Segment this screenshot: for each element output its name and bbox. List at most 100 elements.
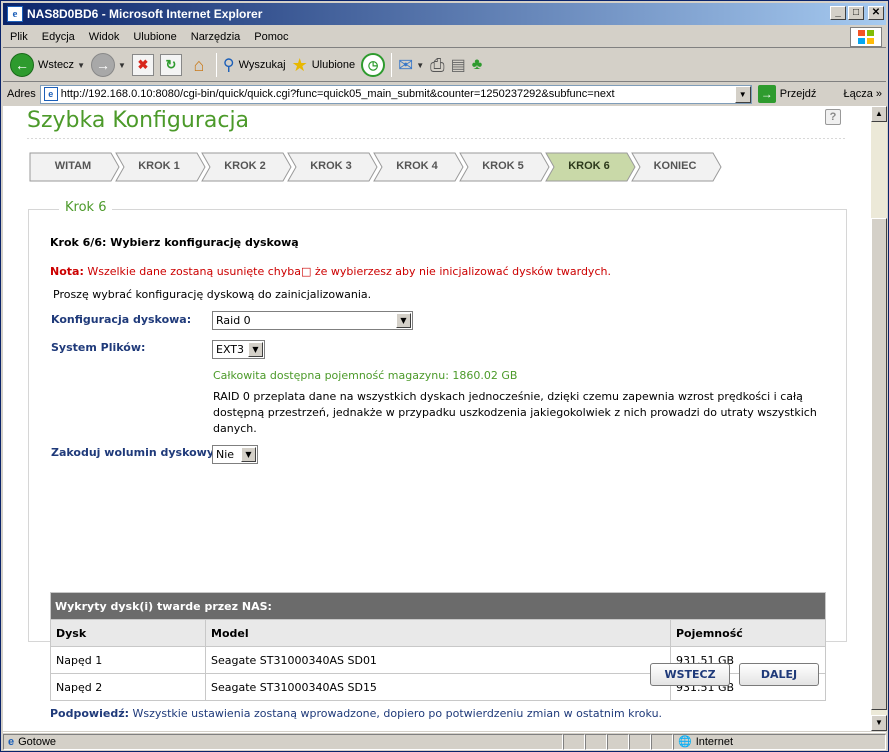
note-text: Wszelkie dane zostaną usunięte chyba□ że… — [83, 265, 611, 278]
chevron-down-icon[interactable]: ▼ — [416, 61, 424, 70]
messenger-button[interactable]: ♣ — [469, 51, 486, 79]
raid-description-line2: dostępną przestrzeń, jednakże w przypadk… — [213, 406, 817, 419]
warning-note: Nota: Wszelkie dane zostaną usunięte chy… — [50, 265, 611, 278]
hint-prefix: Podpowiedź: — [50, 707, 129, 720]
col-capacity-header: Pojemność — [676, 626, 743, 640]
status-empty-cell — [607, 733, 629, 750]
chevron-down-icon[interactable]: ▼ — [118, 61, 126, 70]
step-tab: KROK 2 — [201, 152, 293, 182]
menu-edit[interactable]: Edycja — [35, 31, 82, 43]
ie-logo-icon: e — [7, 6, 23, 22]
toolbar-separator — [215, 53, 217, 77]
window-title: NAS8D0BD6 - Microsoft Internet Explorer — [27, 7, 263, 21]
address-dropdown-button[interactable]: ▼ — [734, 85, 751, 103]
col-disk-header: Dysk — [51, 620, 206, 646]
step-label: KROK 1 — [138, 160, 180, 172]
windows-logo-icon — [850, 27, 882, 47]
search-label: Wyszukaj — [238, 59, 286, 71]
page-icon: e — [43, 87, 58, 101]
address-url[interactable]: http://192.168.0.10:8080/cgi-bin/quick/q… — [61, 88, 615, 100]
menu-favorites[interactable]: Ulubione — [126, 31, 183, 43]
step-tab: KROK 3 — [287, 152, 379, 182]
links-button[interactable]: Łącza » — [843, 88, 886, 100]
status-empty-cell — [651, 733, 673, 750]
fs-select[interactable]: EXT3 ▼ — [212, 340, 265, 359]
maximize-button[interactable]: □ — [848, 6, 864, 20]
step-label: WITAM — [54, 160, 92, 172]
step-heading: Krok 6/6: Wybierz konfigurację dyskową — [50, 236, 299, 249]
search-button[interactable]: ⚲ Wyszukaj — [220, 51, 289, 79]
step-tab: WITAM — [29, 152, 121, 182]
address-input[interactable]: e http://192.168.0.10:8080/cgi-bin/quick… — [39, 84, 752, 104]
capacity-text: Całkowita dostępna pojemność magazynu: 1… — [213, 369, 518, 382]
encrypt-select[interactable]: Nie ▼ — [212, 445, 258, 464]
menu-view[interactable]: Widok — [82, 31, 127, 43]
disk-name: Napęd 2 — [51, 674, 206, 700]
close-button[interactable]: ✕ — [868, 6, 884, 20]
step-label: KROK 6 — [568, 160, 610, 172]
chevron-down-icon[interactable]: ▼ — [241, 447, 256, 462]
menu-tools[interactable]: Narzędzia — [184, 31, 248, 43]
step-tab: KROK 6 — [545, 152, 637, 182]
print-button[interactable]: ⎙ — [427, 51, 447, 79]
minimize-button[interactable]: _ — [830, 6, 846, 20]
standard-toolbar: ← Wstecz ▼ → ▼ ✖ ↻ ⌂ ⚲ Wyszukaj ★ Ulubio… — [3, 49, 886, 82]
chevron-down-icon[interactable]: ▼ — [396, 313, 411, 328]
go-arrow-icon: → — [757, 85, 776, 103]
hint-body: Wszystkie ustawienia zostaną wprowadzone… — [129, 707, 663, 720]
title-divider — [27, 138, 845, 139]
back-arrow-icon: ← — [10, 53, 34, 77]
back-step-button[interactable]: WSTECZ — [650, 663, 730, 686]
chevron-down-icon[interactable]: ▼ — [248, 342, 263, 357]
disk-config-value: Raid 0 — [216, 314, 251, 327]
links-label: Łącza — [843, 88, 873, 100]
edit-page-icon: ▤ — [450, 57, 466, 74]
fs-value: EXT3 — [216, 343, 245, 356]
col-model-header: Model — [206, 620, 671, 646]
mail-icon: ✉ — [398, 54, 414, 75]
chevron-down-icon[interactable]: ▼ — [77, 61, 85, 70]
edit-button[interactable]: ▤ — [448, 51, 469, 79]
mail-button[interactable]: ✉ ▼ — [395, 51, 427, 79]
encrypt-value: Nie — [216, 448, 235, 461]
intro-text: Proszę wybrać konfigurację dyskową do za… — [53, 288, 372, 301]
step-fieldset: Krok 6 Krok 6/6: Wybierz konfigurację dy… — [28, 200, 847, 720]
forward-arrow-icon: → — [90, 53, 115, 77]
history-icon: ◷ — [361, 53, 386, 77]
disk-config-select[interactable]: Raid 0 ▼ — [212, 311, 413, 330]
search-icon: ⚲ — [222, 57, 235, 74]
favorites-label: Ulubione — [311, 59, 356, 71]
history-button[interactable]: ◷ — [358, 51, 388, 79]
scroll-down-button[interactable]: ▼ — [871, 715, 887, 731]
title-bar: e NAS8D0BD6 - Microsoft Internet Explore… — [3, 3, 886, 25]
next-step-button[interactable]: DALEJ — [739, 663, 819, 686]
menu-file[interactable]: Plik — [3, 31, 35, 43]
refresh-button[interactable]: ↻ — [157, 51, 185, 79]
forward-button[interactable]: → ▼ — [88, 51, 129, 79]
fs-label: System Plików: — [51, 341, 146, 354]
disk-model: Seagate ST31000340AS SD01 — [206, 647, 671, 673]
go-button[interactable]: → Przejdź — [757, 85, 816, 103]
step-tab: KROK 1 — [115, 152, 207, 182]
status-bar: e Gotowe 🌐 Internet — [3, 732, 886, 750]
menu-help[interactable]: Pomoc — [247, 31, 295, 43]
messenger-icon: ♣ — [471, 56, 483, 73]
favorites-button[interactable]: ★ Ulubione — [289, 51, 359, 79]
help-icon[interactable]: ? — [825, 109, 841, 125]
step-label: KROK 4 — [396, 160, 438, 172]
vertical-scrollbar[interactable]: ▲ ▼ — [871, 106, 887, 731]
step-label: KROK 5 — [482, 160, 524, 172]
scroll-up-button[interactable]: ▲ — [871, 106, 887, 122]
address-bar: Adres e http://192.168.0.10:8080/cgi-bin… — [3, 83, 886, 105]
scroll-thumb[interactable] — [871, 218, 887, 710]
toolbar-separator — [391, 53, 393, 77]
globe-icon: 🌐 — [678, 736, 692, 748]
back-button[interactable]: ← Wstecz ▼ — [7, 51, 88, 79]
home-button[interactable]: ⌂ — [185, 51, 213, 79]
stop-button[interactable]: ✖ — [129, 51, 157, 79]
status-zone-cell: 🌐 Internet — [673, 733, 886, 750]
step-label: KONIEC — [653, 160, 697, 172]
disk-model: Seagate ST31000340AS SD15 — [206, 674, 671, 700]
page-icon: e — [8, 735, 15, 748]
menu-bar: Plik Edycja Widok Ulubione Narzędzia Pom… — [3, 26, 886, 48]
